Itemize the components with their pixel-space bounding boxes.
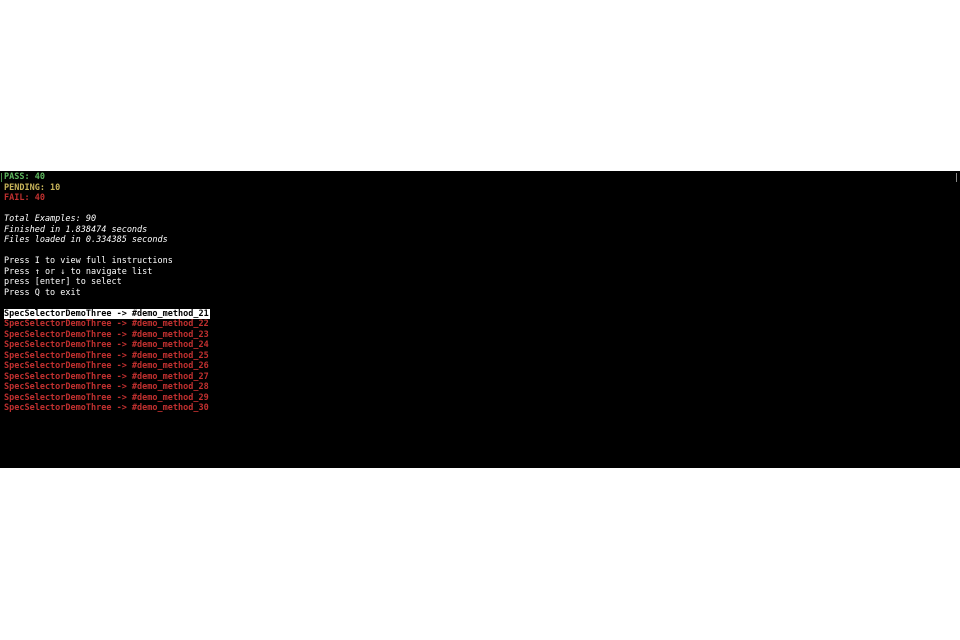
spec-list-item[interactable]: SpecSelectorDemoThree -> #demo_method_28	[4, 382, 960, 393]
scrollbar-indicator	[956, 173, 957, 182]
spec-list-item[interactable]: SpecSelectorDemoThree -> #demo_method_26	[4, 361, 960, 372]
spec-item-label: SpecSelectorDemoThree -> #demo_method_24	[4, 340, 209, 350]
spec-item-label: SpecSelectorDemoThree -> #demo_method_29	[4, 392, 209, 403]
spec-list-item[interactable]: SpecSelectorDemoThree -> #demo_method_22	[4, 319, 960, 330]
terminal-cursor	[1, 173, 2, 182]
files-loaded-time: Files loaded in 0.334385 seconds	[4, 235, 168, 245]
fail-count: FAIL: 40	[4, 193, 45, 203]
spec-list-item-selected[interactable]: SpecSelectorDemoThree -> #demo_method_21	[4, 308, 960, 319]
instruction-line: Press Q to exit	[4, 287, 81, 298]
spec-list-item[interactable]: SpecSelectorDemoThree -> #demo_method_25	[4, 351, 960, 362]
spec-list-item[interactable]: SpecSelectorDemoThree -> #demo_method_29	[4, 393, 960, 404]
instruction-line: press [enter] to select	[4, 277, 122, 287]
spec-item-label: SpecSelectorDemoThree -> #demo_method_25	[4, 350, 209, 361]
spec-item-label: SpecSelectorDemoThree -> #demo_method_23	[4, 329, 209, 340]
pass-count: PASS: 40	[4, 172, 45, 182]
spec-list-item[interactable]: SpecSelectorDemoThree -> #demo_method_23	[4, 330, 960, 341]
spec-item-label: SpecSelectorDemoThree -> #demo_method_27	[4, 371, 209, 382]
total-examples: Total Examples: 90	[4, 214, 97, 224]
spec-item-label: SpecSelectorDemoThree -> #demo_method_30	[4, 403, 209, 413]
spec-list-item[interactable]: SpecSelectorDemoThree -> #demo_method_30	[4, 403, 960, 414]
pending-count: PENDING: 10	[4, 182, 61, 193]
finished-time: Finished in 1.838474 seconds	[4, 224, 148, 235]
spec-item-label: SpecSelectorDemoThree -> #demo_method_22	[4, 319, 209, 329]
spec-item-label: SpecSelectorDemoThree -> #demo_method_21	[4, 308, 210, 319]
spec-list-item[interactable]: SpecSelectorDemoThree -> #demo_method_24	[4, 340, 960, 351]
spec-list-item[interactable]: SpecSelectorDemoThree -> #demo_method_27	[4, 372, 960, 383]
terminal-window: PASS: 40 PENDING: 10 FAIL: 40 Total Exam…	[0, 171, 960, 468]
spec-item-label: SpecSelectorDemoThree -> #demo_method_26	[4, 361, 209, 371]
instruction-line: Press ↑ or ↓ to navigate list	[4, 266, 153, 277]
spec-item-label: SpecSelectorDemoThree -> #demo_method_28	[4, 382, 209, 392]
instruction-line: Press I to view full instructions	[4, 256, 173, 266]
